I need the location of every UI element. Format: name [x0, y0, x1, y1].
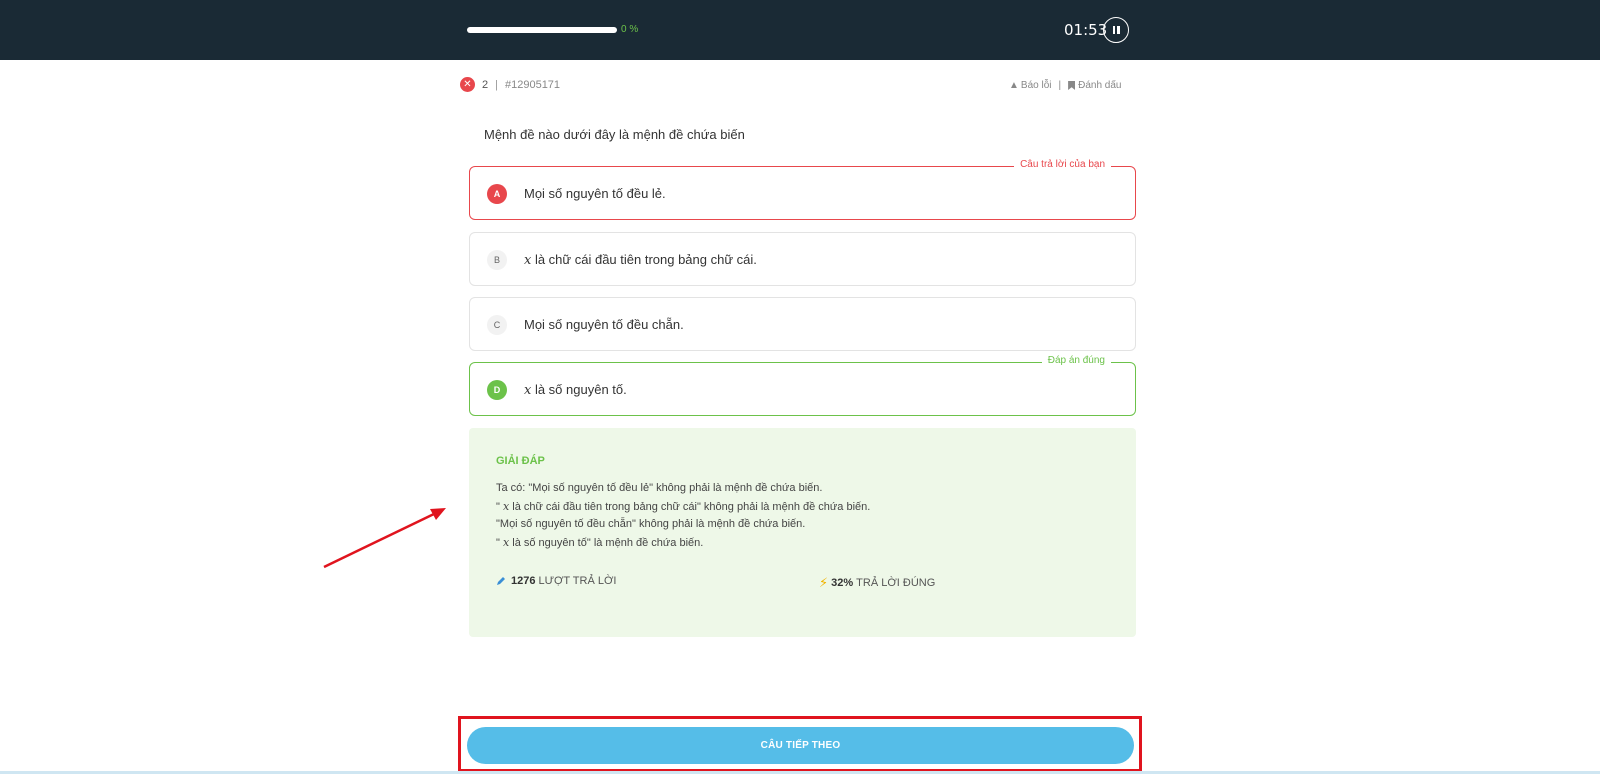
answers-label: LƯỢT TRẢ LỜI [538, 575, 617, 587]
bookmark-label: Đánh dấu [1078, 80, 1122, 91]
question-text: Mệnh đề nào dưới đây là mệnh đề chứa biế… [484, 127, 745, 142]
report-link[interactable]: ▲ Báo lỗi [1009, 80, 1051, 91]
timer: 01:53 [1064, 21, 1108, 39]
next-question-button[interactable]: CÂU TIẾP THEO [467, 727, 1134, 764]
question-actions: ▲ Báo lỗi | Đánh dấu [1009, 80, 1121, 91]
option-b[interactable]: B x là chữ cái đầu tiên trong bảng chữ c… [469, 232, 1136, 286]
option-text: x là chữ cái đầu tiên trong bảng chữ cái… [524, 252, 757, 268]
annotation-arrow-icon [323, 508, 446, 569]
option-d[interactable]: Đáp án đúng D x là số nguyên tố. [469, 355, 1136, 416]
question-meta: ✕ 2 | #12905171 [460, 77, 560, 92]
option-letter: A [487, 184, 507, 204]
report-label: Báo lỗi [1020, 80, 1052, 91]
pause-icon [1112, 26, 1121, 34]
option-letter: B [487, 250, 507, 270]
explanation-body: Ta có: "Mọi số nguyên tố đều lẻ" không p… [496, 480, 870, 552]
wrong-x-icon: ✕ [460, 77, 475, 92]
question-id: #12905171 [504, 78, 561, 91]
top-bar: 0 % 01:53 [0, 0, 1600, 60]
option-text: Mọi số nguyên tố đều lẻ. [524, 186, 666, 201]
bookmark-icon [1068, 81, 1076, 90]
correct-label: TRẢ LỜI ĐÚNG [856, 577, 936, 589]
pause-button[interactable] [1103, 17, 1129, 43]
explanation-line: "Mọi số nguyên tố đều chẵn" không phải l… [496, 518, 806, 530]
question-number: 2 [482, 78, 489, 91]
answers-count: 1276 [511, 575, 536, 587]
lightning-icon: ⚡ [819, 575, 829, 590]
progress-label: 0 % [621, 24, 639, 35]
option-letter: D [487, 380, 507, 400]
separator: | [1058, 80, 1062, 91]
bookmark-link[interactable]: Đánh dấu [1068, 80, 1121, 91]
correct-percent: 32% [831, 577, 854, 589]
explanation-panel: GIẢI ĐÁP Ta có: "Mọi số nguyên tố đều lẻ… [469, 428, 1136, 637]
warning-icon: ▲ [1009, 80, 1019, 91]
pencil-icon [497, 577, 505, 585]
progress-bar [467, 27, 617, 33]
option-c[interactable]: C Mọi số nguyên tố đều chẵn. [469, 297, 1136, 351]
option-a[interactable]: Câu trả lời của bạn A Mọi số nguyên tố đ… [469, 159, 1136, 220]
correct-answer-tag: Đáp án đúng [1041, 355, 1111, 366]
explanation-line: " x là chữ cái đầu tiên trong bảng chữ c… [496, 499, 871, 513]
explanation-line: " x là số nguyên tố" là mệnh đề chứa biế… [496, 535, 704, 549]
correct-stat: ⚡ 32% TRẢ LỜI ĐÚNG [819, 575, 935, 591]
your-answer-tag: Câu trả lời của bạn [1014, 159, 1111, 170]
separator: | [495, 78, 498, 91]
answers-stat: 1276 LƯỢT TRẢ LỜI [496, 575, 616, 587]
option-letter: C [487, 315, 507, 335]
option-text: Mọi số nguyên tố đều chẵn. [524, 317, 684, 332]
option-text: x là số nguyên tố. [524, 382, 627, 398]
explanation-line: Ta có: "Mọi số nguyên tố đều lẻ" không p… [496, 482, 823, 494]
explanation-title: GIẢI ĐÁP [496, 455, 545, 467]
